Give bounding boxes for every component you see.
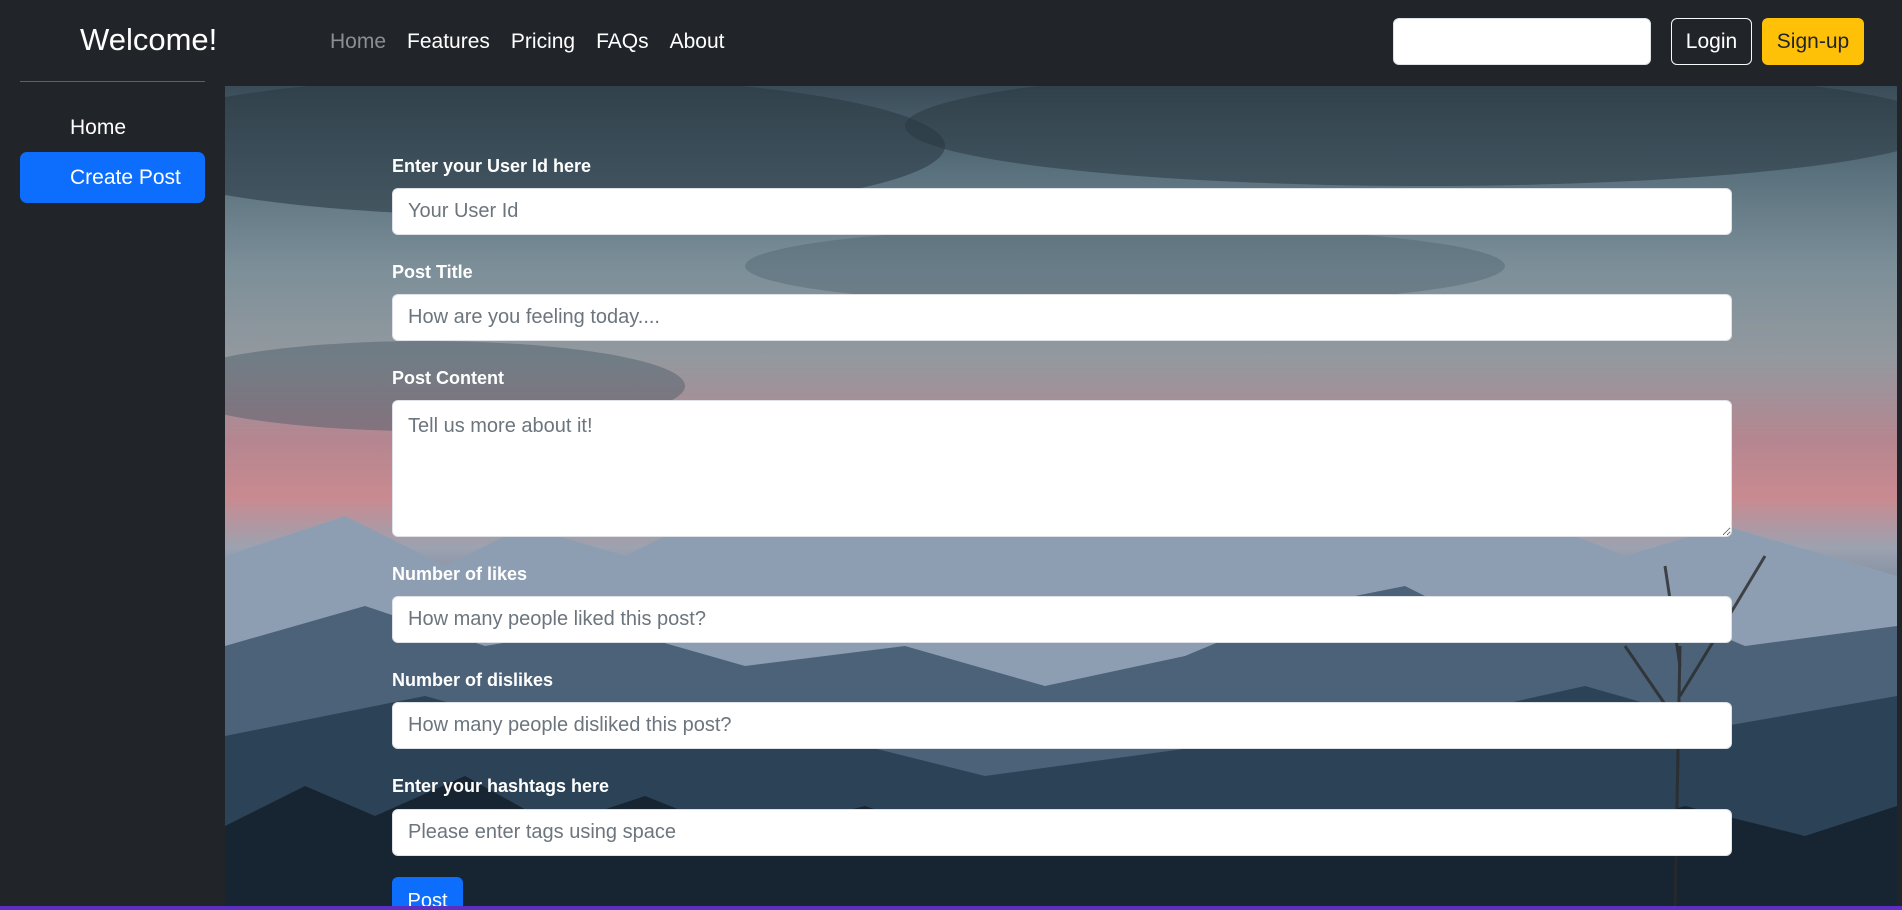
nav-faqs[interactable]: FAQs (596, 30, 649, 54)
post-title-label: Post Title (392, 262, 473, 282)
nav-home[interactable]: Home (330, 30, 386, 54)
nav-pricing[interactable]: Pricing (511, 30, 575, 54)
login-button[interactable]: Login (1671, 18, 1752, 65)
scrollbar-track[interactable] (1897, 86, 1902, 910)
user-id-label: Enter your User Id here (392, 156, 592, 176)
main-nav: Home Features Pricing FAQs About (330, 30, 725, 54)
signup-button[interactable]: Sign-up (1762, 18, 1864, 65)
sidebar-divider (20, 81, 205, 82)
sidebar: Home Create Post (0, 0, 225, 910)
likes-input[interactable] (392, 596, 1732, 643)
hashtags-input[interactable] (392, 809, 1732, 856)
search-input[interactable] (1393, 18, 1651, 65)
likes-label: Number of likes (392, 564, 528, 584)
hashtags-label: Enter your hashtags here (392, 776, 610, 796)
sidebar-item-home[interactable]: Home (20, 102, 205, 153)
top-navbar: Welcome! Home Features Pricing FAQs Abou… (0, 0, 1902, 86)
dislikes-label: Number of dislikes (392, 670, 554, 690)
main-content: Enter your User Id here Post Title Post … (225, 86, 1897, 910)
sidebar-item-label: Create Post (70, 166, 181, 189)
post-content-textarea[interactable] (392, 400, 1732, 537)
nav-features[interactable]: Features (407, 30, 490, 54)
sidebar-item-label: Home (70, 116, 127, 139)
user-id-input[interactable] (392, 188, 1732, 235)
bottom-edge (0, 906, 1902, 910)
post-title-input[interactable] (392, 294, 1732, 341)
dislikes-input[interactable] (392, 702, 1732, 749)
post-content-label: Post Content (392, 368, 504, 388)
sidebar-item-create-post[interactable]: Create Post (20, 152, 205, 203)
nav-about[interactable]: About (670, 30, 725, 54)
